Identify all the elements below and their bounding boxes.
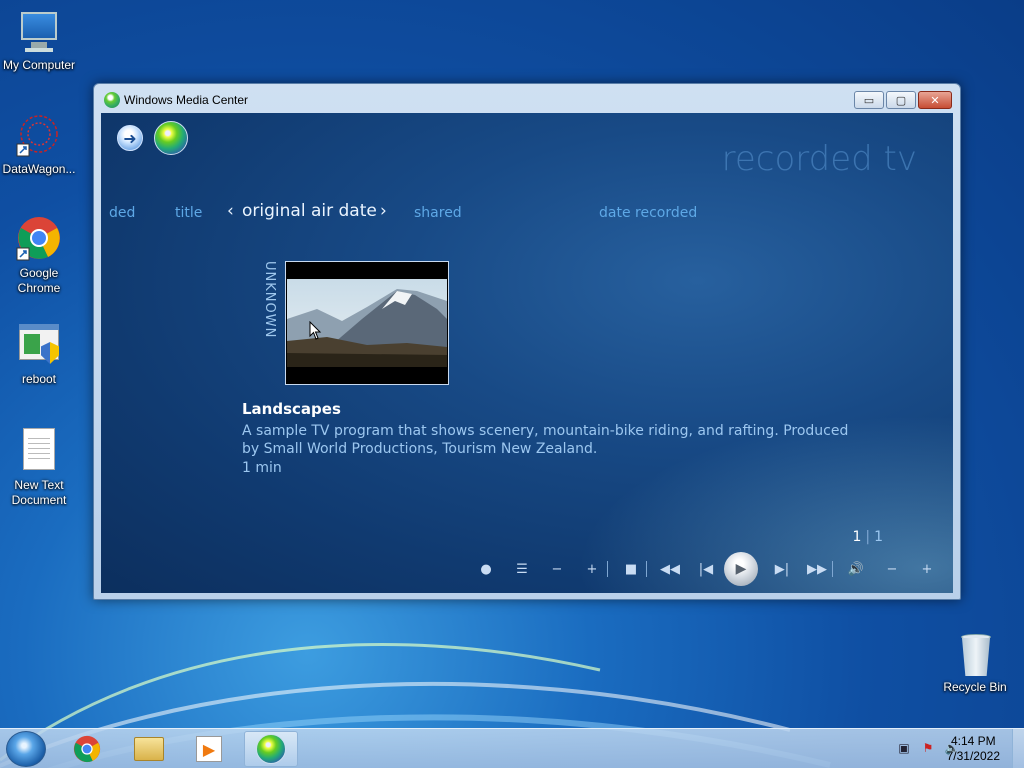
- pager-total: 1: [874, 529, 883, 545]
- sort-left-arrow-icon[interactable]: ‹: [227, 201, 234, 221]
- start-button[interactable]: [154, 121, 188, 155]
- media-player-icon: ▶: [196, 736, 222, 762]
- close-button[interactable]: ✕: [918, 91, 952, 109]
- desktop-icon-datawagon[interactable]: DataWagon...: [0, 112, 78, 177]
- desktop-icon-label: DataWagon...: [2, 162, 76, 176]
- play-icon: ▶: [735, 561, 747, 577]
- mouse-cursor-icon: [309, 321, 322, 340]
- fast-forward-icon[interactable]: ▶▶: [807, 559, 827, 579]
- play-button[interactable]: ▶: [724, 552, 758, 586]
- volume-down-icon[interactable]: −: [882, 559, 902, 579]
- desktop-icon-reboot[interactable]: reboot: [0, 322, 78, 387]
- text-document-icon: [15, 428, 63, 476]
- show-desktop-button[interactable]: [1012, 729, 1024, 768]
- window-title: Windows Media Center: [124, 93, 249, 107]
- sort-option-title[interactable]: title: [175, 205, 202, 221]
- media-center-icon: [104, 92, 120, 108]
- desktop-icon-label: reboot: [21, 372, 57, 386]
- start-orb-button[interactable]: [6, 731, 46, 767]
- desktop-icon-new-text-document[interactable]: New Text Document: [0, 428, 78, 508]
- pager-separator: |: [865, 529, 871, 545]
- volume-up-icon[interactable]: +: [917, 559, 937, 579]
- maximize-icon: ▢: [895, 93, 907, 107]
- media-center-content: ➜ recorded tv ded title ‹ original air d…: [101, 113, 953, 593]
- mute-icon[interactable]: 🔊: [846, 559, 866, 579]
- minimize-icon: ▭: [863, 93, 875, 107]
- transport-divider: [646, 561, 647, 577]
- taskbar-explorer[interactable]: [122, 731, 176, 767]
- clock-date: 7/31/2022: [946, 749, 1000, 763]
- record-icon[interactable]: ●: [476, 559, 496, 579]
- taskbar-media-center[interactable]: [244, 731, 298, 767]
- pager-current: 1: [852, 529, 862, 545]
- close-icon: ✕: [930, 93, 940, 107]
- channel-down-icon[interactable]: −: [547, 559, 567, 579]
- media-center-icon: [256, 734, 286, 764]
- maximize-button[interactable]: ▢: [886, 91, 916, 109]
- stop-icon[interactable]: ■: [621, 559, 641, 579]
- sort-bar: ded title ‹ original air date › shared d…: [101, 201, 953, 227]
- sort-right-arrow-icon[interactable]: ›: [380, 201, 387, 221]
- desktop-icon-my-computer[interactable]: My Computer: [0, 8, 78, 73]
- taskbar-clock[interactable]: 4:14 PM 7/31/2022: [947, 734, 1000, 764]
- skip-forward-icon[interactable]: ▶|: [772, 559, 792, 579]
- taskbar-media-player[interactable]: ▶: [182, 731, 236, 767]
- network-icon[interactable]: ▣: [896, 740, 912, 756]
- clock-time: 4:14 PM: [950, 734, 996, 748]
- sort-option-date-recorded[interactable]: date recorded: [599, 205, 697, 221]
- sort-option-partial[interactable]: ded: [109, 205, 135, 221]
- guide-icon[interactable]: ☰: [512, 559, 532, 579]
- skip-back-icon[interactable]: |◀: [696, 559, 716, 579]
- computer-icon: [15, 8, 63, 56]
- desktop-icon-google-chrome[interactable]: Google Chrome: [0, 216, 78, 296]
- sort-option-shared[interactable]: shared: [414, 205, 462, 221]
- taskbar: ▶ ▣ ⚑ 🔈 4:14 PM 7/31/2022: [0, 728, 1024, 768]
- transport-controls: ● ☰ − + ■ ◀◀ |◀ ▶ ▶| ▶▶ 🔊 − +: [476, 551, 946, 587]
- recycle-bin-icon: [951, 630, 999, 678]
- window-titlebar[interactable]: Windows Media Center ▭ ▢ ✕: [94, 84, 960, 114]
- minimize-button[interactable]: ▭: [854, 91, 884, 109]
- desktop-icon-label: Recycle Bin: [943, 680, 1007, 694]
- transport-divider: [832, 561, 833, 577]
- desktop-icon-label: New Text Document: [11, 478, 67, 507]
- datawagon-icon: [15, 112, 63, 160]
- media-center-window[interactable]: Windows Media Center ▭ ▢ ✕ ➜ recorded tv…: [93, 83, 961, 600]
- desktop-icon-label: Google Chrome: [17, 266, 61, 295]
- back-arrow-icon: ➜: [123, 128, 137, 148]
- chrome-icon: [15, 216, 63, 264]
- action-center-icon[interactable]: ⚑: [920, 740, 936, 756]
- section-title: recorded tv: [721, 139, 917, 179]
- chrome-icon: [73, 735, 101, 763]
- thumbnail-group-label: UNKNOWN: [262, 261, 277, 339]
- explorer-icon: [134, 737, 164, 761]
- program-title: Landscapes: [242, 400, 341, 418]
- transport-divider: [607, 561, 608, 577]
- taskbar-chrome[interactable]: [60, 731, 114, 767]
- channel-up-icon[interactable]: +: [582, 559, 602, 579]
- reboot-icon: [15, 322, 63, 370]
- sort-option-current[interactable]: original air date: [242, 201, 377, 221]
- pager: 1 | 1: [852, 529, 883, 545]
- back-button[interactable]: ➜: [117, 125, 143, 151]
- desktop-icon-recycle-bin[interactable]: Recycle Bin: [936, 630, 1014, 695]
- program-description: A sample TV program that shows scenery, …: [242, 423, 849, 457]
- program-duration: 1 min: [242, 460, 282, 476]
- rewind-icon[interactable]: ◀◀: [660, 559, 680, 579]
- desktop-icon-label: My Computer: [2, 58, 76, 72]
